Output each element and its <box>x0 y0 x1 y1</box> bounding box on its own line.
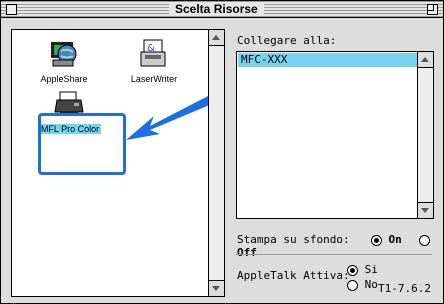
appletalk-no-radio[interactable] <box>347 279 358 291</box>
left-scrollbar[interactable] <box>208 30 224 296</box>
version-label: T1-7.6.2 <box>378 282 431 295</box>
scroll-up-arrow-icon[interactable] <box>418 52 433 68</box>
scroll-down-arrow-icon[interactable] <box>418 202 433 218</box>
pointer-arrow-icon <box>126 96 212 140</box>
close-box[interactable] <box>6 4 17 15</box>
appletalk-label: AppleTalk Attiva: <box>237 269 350 282</box>
chooser-window: Scelta Risorse AppleShare & LaserWriter <box>0 0 444 304</box>
selection-highlight-box <box>38 113 126 175</box>
appleshare-label: AppleShare <box>40 74 88 84</box>
device-list-scrollbar[interactable] <box>417 52 433 218</box>
laserwriter-label: LaserWriter <box>130 74 178 84</box>
appletalk-si-option[interactable]: Si <box>347 263 378 276</box>
appleshare-icon <box>51 42 77 67</box>
background-off-radio[interactable] <box>418 234 430 246</box>
appletalk-no-option[interactable]: No <box>347 278 378 291</box>
scroll-up-arrow-icon[interactable] <box>209 30 224 46</box>
appleshare-item[interactable]: AppleShare <box>32 38 96 84</box>
background-print-row: Stampa su sfondo: On Off <box>237 233 443 259</box>
connect-label: Collegare alla: <box>237 34 337 47</box>
divider <box>236 254 432 255</box>
window-title: Scelta Risorse <box>169 2 264 16</box>
appletalk-no-label: No <box>364 278 378 291</box>
background-on-radio[interactable] <box>370 234 382 246</box>
laserwriter-icon: & <box>140 39 166 67</box>
background-print-label: Stampa su sfondo: <box>237 233 350 246</box>
laserwriter-item[interactable]: & LaserWriter <box>122 38 186 84</box>
title-bar[interactable]: Scelta Risorse <box>1 1 443 18</box>
appletalk-si-label: Si <box>364 263 378 276</box>
background-on-label: On <box>388 233 402 246</box>
scroll-down-arrow-icon[interactable] <box>209 280 224 296</box>
zoom-box[interactable] <box>427 4 438 15</box>
driver-list-panel: AppleShare & LaserWriter MFL Pro Color <box>11 29 225 297</box>
list-item[interactable]: MFC-XXX <box>238 53 419 67</box>
appletalk-si-radio[interactable] <box>347 264 358 276</box>
device-list[interactable]: MFC-XXX <box>236 51 434 219</box>
background-off-label: Off <box>237 246 257 259</box>
